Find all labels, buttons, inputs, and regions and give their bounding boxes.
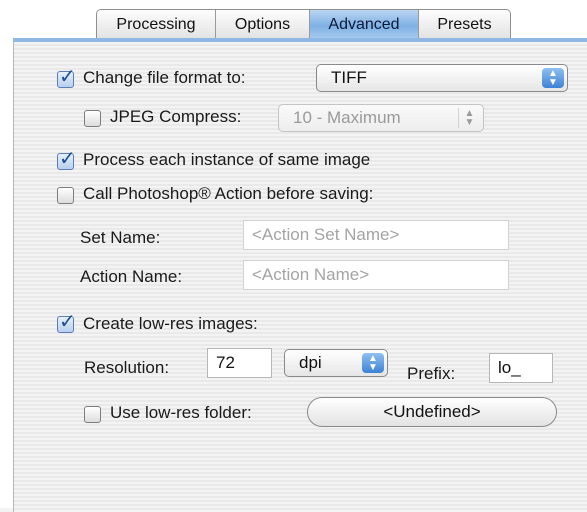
process-instance-label: Process each instance of same image	[83, 150, 371, 169]
lowres-folder-checkbox[interactable]	[84, 406, 101, 423]
change-format-checkbox[interactable]: ✓	[57, 66, 76, 88]
popup-arrows-icon: ▲ ▼	[362, 353, 384, 373]
tab-advanced[interactable]: Advanced	[310, 10, 419, 39]
lowres-checkbox[interactable]: ✓	[57, 311, 76, 333]
tab-content-pane: ✓ Change file format to: TIFF ▲ ▼ JPEG Co…	[13, 38, 587, 512]
call-action-checkbox[interactable]	[57, 187, 74, 204]
checkmark-icon: ✓	[59, 311, 76, 333]
action-name-label: Action Name:	[80, 267, 183, 286]
lowres-label: Create low-res images:	[83, 314, 258, 333]
set-name-label: Set Name:	[80, 228, 161, 247]
resolution-field[interactable]: 72	[207, 348, 272, 378]
popup-arrows-icon: ▲ ▼	[542, 68, 564, 88]
jpeg-compress-checkbox[interactable]	[84, 110, 101, 127]
lowres-folder-label: Use low-res folder:	[110, 403, 252, 422]
prefix-label: Prefix:	[407, 364, 456, 383]
process-instance-checkbox[interactable]: ✓	[57, 148, 76, 170]
checkmark-icon: ✓	[59, 148, 76, 170]
set-name-field[interactable]: <Action Set Name>	[243, 220, 509, 250]
advanced-panel: Processing Options Advanced Presets ✓ Ch…	[0, 0, 587, 512]
checkmark-icon: ✓	[59, 66, 76, 88]
tab-bar: Processing Options Advanced Presets	[96, 9, 511, 40]
resolution-unit-value: dpi	[299, 353, 322, 372]
resolution-label: Resolution:	[84, 358, 170, 377]
jpeg-quality-value: 10 - Maximum	[293, 108, 401, 127]
jpeg-compress-label: JPEG Compress:	[110, 107, 242, 126]
action-name-field[interactable]: <Action Name>	[243, 260, 509, 290]
popup-arrows-icon: ▲ ▼	[458, 108, 480, 128]
change-format-label: Change file format to:	[83, 68, 246, 87]
file-format-value: TIFF	[331, 68, 367, 87]
call-action-label: Call Photoshop® Action before saving:	[83, 184, 374, 203]
tab-presets[interactable]: Presets	[419, 10, 510, 39]
tab-options[interactable]: Options	[216, 10, 310, 39]
choose-folder-button[interactable]: <Undefined>	[307, 397, 557, 427]
jpeg-quality-popup[interactable]: 10 - Maximum ▲ ▼	[278, 104, 484, 132]
resolution-unit-popup[interactable]: dpi ▲ ▼	[284, 349, 388, 377]
prefix-field[interactable]: lo_	[489, 353, 553, 383]
tab-processing[interactable]: Processing	[97, 10, 216, 39]
file-format-popup[interactable]: TIFF ▲ ▼	[316, 64, 568, 92]
